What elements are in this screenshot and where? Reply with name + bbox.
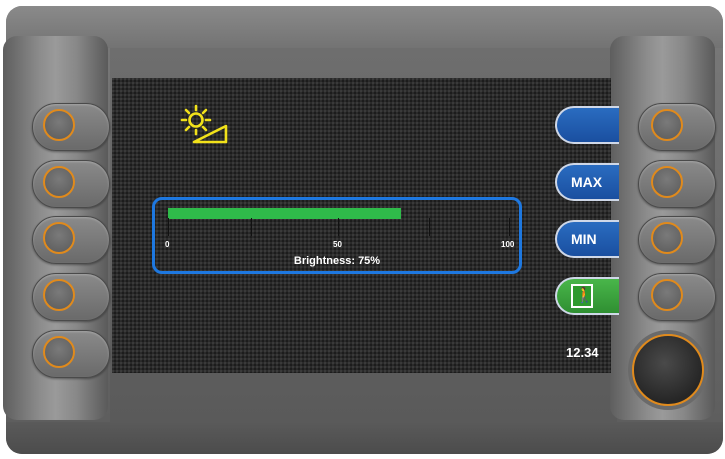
brightness-fill-bar bbox=[168, 208, 402, 219]
right-hardware-button-2[interactable] bbox=[638, 160, 716, 208]
tick-label-100: 100 bbox=[501, 240, 515, 249]
button-ring-icon bbox=[43, 336, 75, 368]
softkey-blank[interactable] bbox=[555, 106, 619, 144]
left-hardware-button-5[interactable] bbox=[32, 330, 110, 378]
softkey-label: MIN bbox=[571, 231, 597, 247]
button-ring-icon bbox=[43, 279, 75, 311]
value-readout: 12.34 bbox=[566, 345, 599, 360]
meter-track bbox=[168, 208, 510, 219]
left-hardware-button-2[interactable] bbox=[32, 160, 110, 208]
brightness-meter: 0 50 100 Brightness: 75% bbox=[152, 197, 522, 274]
button-ring-icon bbox=[651, 166, 683, 198]
button-ring-icon bbox=[43, 222, 75, 254]
button-ring-icon bbox=[651, 222, 683, 254]
min-button[interactable]: MIN bbox=[555, 220, 619, 258]
sun-incline-icon bbox=[180, 104, 228, 144]
tick-100 bbox=[509, 218, 510, 236]
emergency-exit-icon: 🚶 bbox=[571, 284, 594, 308]
max-button[interactable]: MAX bbox=[555, 163, 619, 201]
exit-button[interactable]: 🚶 bbox=[555, 277, 619, 315]
left-hardware-button-4[interactable] bbox=[32, 273, 110, 321]
tick-0 bbox=[168, 218, 169, 236]
rotary-knob[interactable] bbox=[632, 334, 704, 406]
tick-label-50: 50 bbox=[333, 240, 342, 249]
right-hardware-button-4[interactable] bbox=[638, 273, 716, 321]
bottom-bar bbox=[6, 422, 723, 454]
left-hardware-button-3[interactable] bbox=[32, 216, 110, 264]
button-ring-icon bbox=[651, 109, 683, 141]
softkey-label: MAX bbox=[571, 174, 603, 190]
right-hardware-button-1[interactable] bbox=[638, 103, 716, 151]
tick-75 bbox=[429, 218, 430, 236]
button-ring-icon bbox=[43, 166, 75, 198]
left-hardware-button-1[interactable] bbox=[32, 103, 110, 151]
tick-50 bbox=[338, 218, 339, 236]
button-ring-icon bbox=[651, 279, 683, 311]
brightness-caption: Brightness: 75% bbox=[293, 255, 381, 267]
button-ring-icon bbox=[43, 109, 75, 141]
tick-25 bbox=[251, 218, 252, 236]
tick-label-0: 0 bbox=[165, 240, 170, 249]
right-hardware-button-3[interactable] bbox=[638, 216, 716, 264]
